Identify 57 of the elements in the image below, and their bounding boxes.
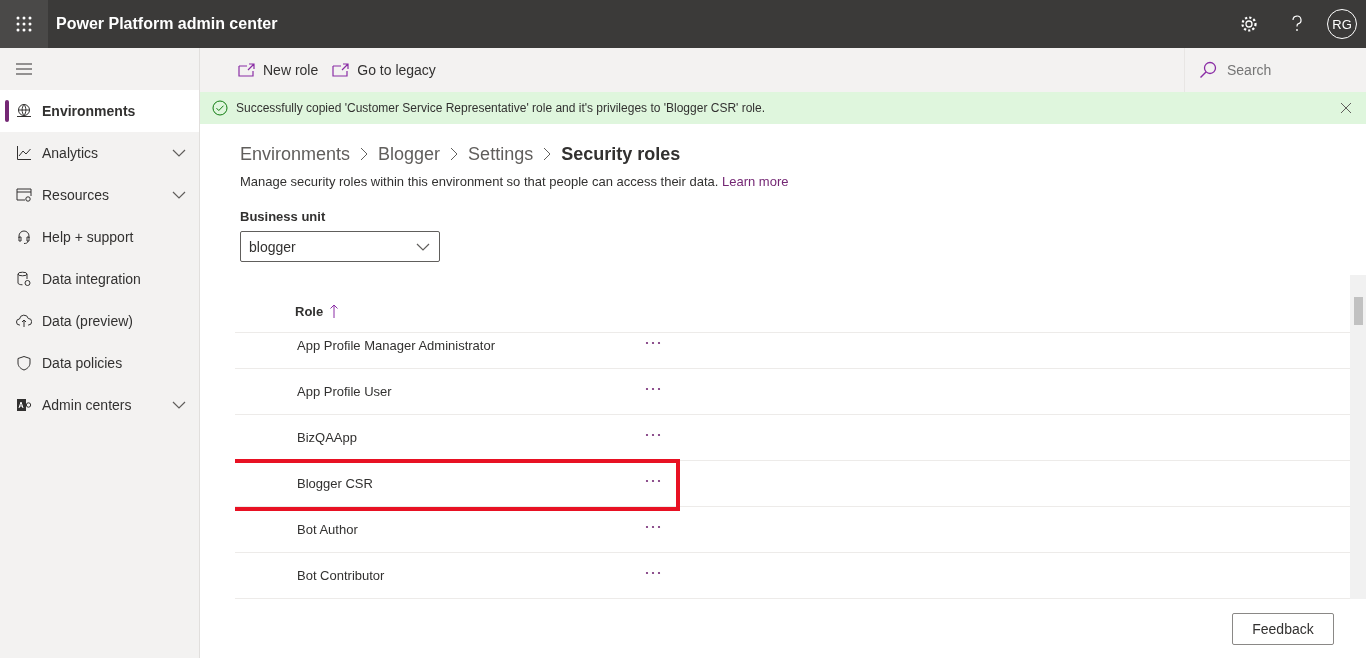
nav-item[interactable]: Admin centers: [0, 384, 199, 426]
learn-more-link[interactable]: Learn more: [722, 174, 789, 189]
command-button[interactable]: Go to legacy: [332, 58, 436, 82]
settings-icon: [1240, 15, 1258, 33]
role-name[interactable]: App Profile Manager Administrator: [297, 338, 645, 353]
scrollbar[interactable]: [1350, 275, 1366, 599]
app-launcher-button[interactable]: [0, 0, 48, 48]
search-field[interactable]: Search: [1225, 61, 1349, 79]
more-icon: [645, 478, 661, 483]
business-unit-dropdown[interactable]: blogger: [240, 231, 440, 262]
close-icon: [1340, 102, 1352, 114]
nav-item[interactable]: Data policies: [0, 342, 199, 384]
breadcrumb-link[interactable]: Blogger: [378, 143, 441, 165]
chevron-right-icon: [450, 147, 459, 161]
nav-item[interactable]: Data integration: [0, 258, 199, 300]
database-link-icon: [16, 271, 32, 287]
role-name[interactable]: BizQAApp: [297, 430, 645, 445]
breadcrumb-link[interactable]: Environments: [240, 143, 351, 165]
admin-app-icon: [16, 397, 32, 413]
column-header[interactable]: Role: [295, 303, 324, 319]
more-icon: [645, 432, 661, 437]
gear-window-icon: [16, 187, 32, 203]
description-text: Manage security roles within this environment so that people can access their data. Learn more: [240, 174, 790, 189]
help-icon: [1291, 15, 1303, 33]
nav-item[interactable]: Resources: [0, 174, 199, 216]
headset-icon: [16, 229, 32, 245]
role-name[interactable]: Bot Contributor: [297, 568, 645, 583]
more-icon: [645, 340, 661, 345]
globe-icon: [16, 103, 32, 119]
nav-item[interactable]: Environments: [0, 90, 199, 132]
chevron-right-icon: [543, 147, 552, 161]
command-button[interactable]: New role: [238, 58, 319, 82]
more-icon: [645, 524, 661, 529]
breadcrumb-link[interactable]: Settings: [468, 143, 534, 165]
more-icon: [645, 570, 661, 575]
waffle-icon: [16, 16, 32, 32]
more-icon: [645, 386, 661, 391]
nav-item[interactable]: Analytics: [0, 132, 199, 174]
app-title: Power Platform admin center: [56, 15, 279, 33]
line-chart-icon: [16, 145, 32, 161]
field-label: Business unit: [240, 209, 327, 224]
role-name[interactable]: Blogger CSR: [297, 476, 645, 491]
nav-item[interactable]: Help + support: [0, 216, 199, 258]
search-icon: [1199, 61, 1217, 79]
feedback-button[interactable]: Feedback: [1232, 613, 1334, 645]
shield-icon: [16, 355, 32, 371]
hamburger-menu-icon: [16, 63, 32, 75]
external-link-icon: [238, 63, 256, 77]
role-name[interactable]: App Profile User: [297, 384, 645, 399]
page-title: Security roles: [561, 143, 681, 165]
banner-message: Successfully copied 'Customer Service Representative' role and it's privileges to 'Blogger CSR' role.: [236, 101, 767, 115]
nav-item[interactable]: Data (preview): [0, 300, 199, 342]
cloud-upload-icon: [16, 313, 32, 329]
external-link-icon: [332, 63, 351, 77]
check-circle-icon: [212, 100, 228, 116]
role-name[interactable]: Bot Author: [297, 522, 645, 537]
chevron-right-icon: [360, 147, 369, 161]
